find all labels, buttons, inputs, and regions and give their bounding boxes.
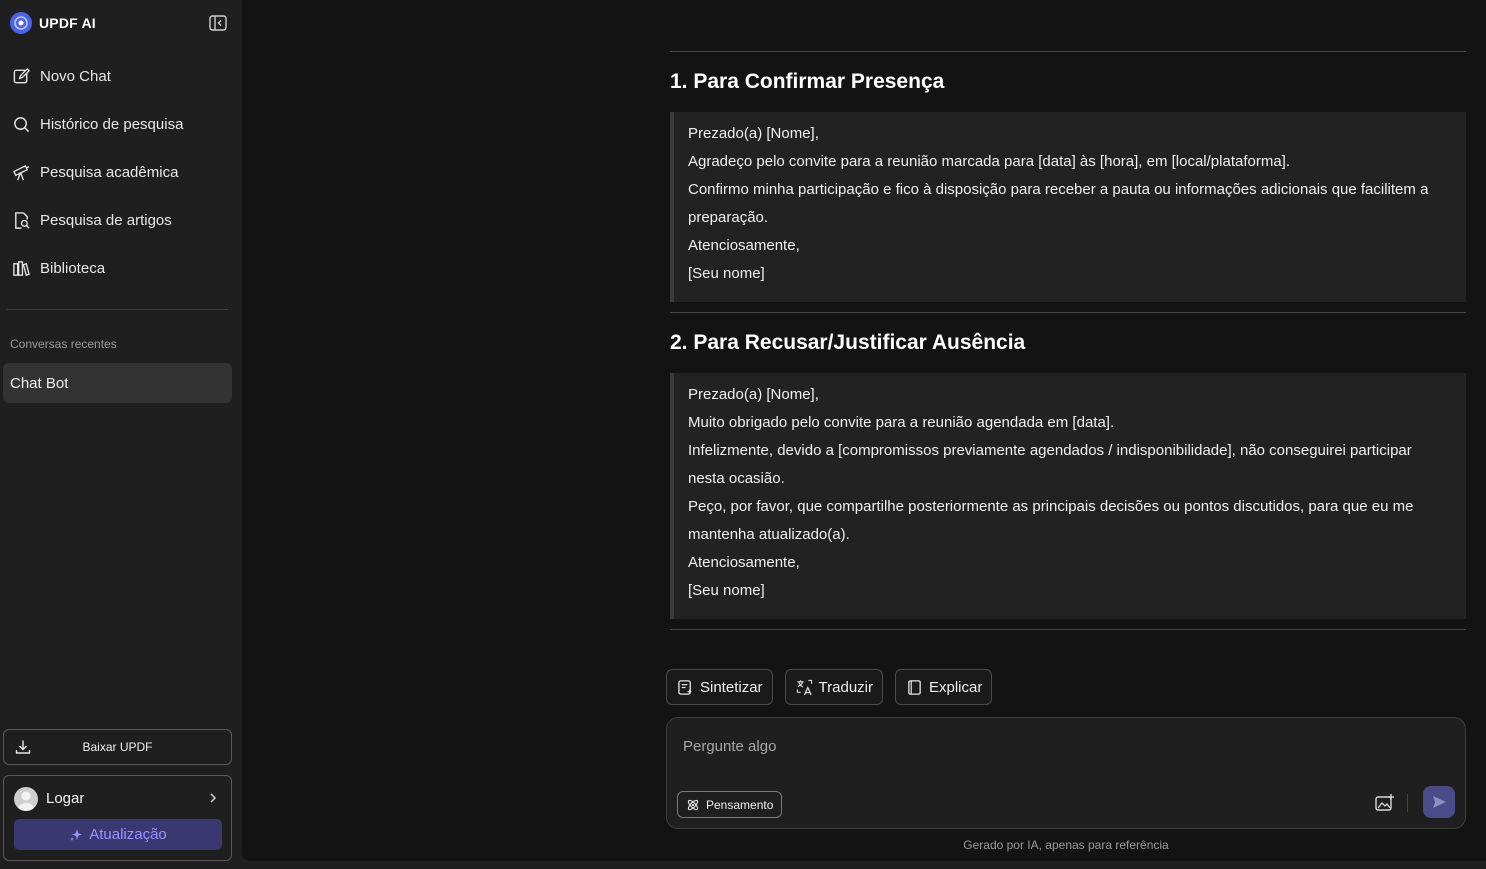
login-button[interactable]: Logar (14, 786, 222, 811)
quote-line: Confirmo minha participação e fico à dis… (688, 181, 1429, 198)
quote-block: Prezado(a) [Nome], Agradeço pelo convite… (670, 112, 1466, 302)
translate-label: Traduzir (818, 678, 873, 696)
login-label: Logar (46, 790, 85, 807)
edit-icon (13, 67, 31, 83)
quote-line: nesta ocasião. (688, 470, 785, 487)
divider (670, 629, 1466, 630)
book-icon (908, 679, 921, 695)
library-icon (13, 260, 30, 276)
section-title: 1. Para Confirmar Presença (670, 70, 945, 93)
quote-line: [Seu nome] (688, 265, 765, 282)
sidebar-item-label: Pesquisa de artigos (40, 211, 172, 229)
input-separator (1407, 794, 1408, 812)
chevron-right-icon (210, 793, 217, 803)
explain-button[interactable]: Explicar (895, 669, 993, 705)
quote-line: Agradeço pelo convite para a reunião mar… (688, 153, 1291, 170)
quote-line: Infelizmente, devido a [compromissos pre… (688, 442, 1412, 459)
ai-disclaimer: Gerado por IA, apenas para referência (963, 838, 1169, 852)
recent-conversations-title: Conversas recentes (10, 337, 117, 351)
summarize-button[interactable]: Sintetizar (666, 669, 773, 705)
image-upload-icon[interactable] (1373, 792, 1395, 814)
sidebar-item-pesquisa-academica[interactable]: Pesquisa acadêmica (0, 148, 240, 196)
download-icon (15, 740, 31, 754)
quote-line: mantenha atualizado(a). (688, 526, 850, 543)
search-icon (14, 116, 30, 132)
summarize-icon (678, 679, 693, 695)
sidebar: UPDF AI Novo Chat Histórico de pesquisa … (0, 0, 240, 869)
sidebar-item-biblioteca[interactable]: Biblioteca (0, 244, 240, 292)
sidebar-item-label: Biblioteca (40, 259, 106, 277)
sidebar-item-historico[interactable]: Histórico de pesquisa (0, 100, 240, 148)
summarize-label: Sintetizar (700, 678, 763, 696)
translate-button[interactable]: Traduzir (784, 669, 883, 705)
section-title: 2. Para Recusar/Justificar Ausência (670, 331, 1026, 354)
thinking-label: Pensamento (706, 797, 774, 812)
download-updf-label: Baixar UPDF (82, 740, 153, 754)
avatar (14, 786, 38, 811)
download-updf-button[interactable]: Baixar UPDF (3, 729, 232, 765)
sidebar-item-novo-chat[interactable]: Novo Chat (0, 52, 240, 100)
updf-logo-icon (10, 12, 32, 34)
quote-line: Atenciosamente, (688, 554, 800, 571)
quote-line: Peço, por favor, que compartilhe posteri… (688, 498, 1414, 515)
account-panel: Logar Atualização (3, 775, 232, 861)
quote-block: Prezado(a) [Nome], Muito obrigado pelo c… (670, 373, 1466, 619)
thinking-toggle[interactable]: Pensamento (677, 791, 783, 818)
brand-name: UPDF AI (39, 15, 96, 31)
main-panel: 1. Para Confirmar Presença Prezado(a) [N… (242, 0, 1486, 861)
quick-actions: Sintetizar Traduzir Explicar (666, 669, 993, 705)
quote-line: Prezado(a) [Nome], (688, 386, 819, 403)
upgrade-button[interactable]: Atualização (14, 819, 222, 850)
sidebar-nav: Novo Chat Histórico de pesquisa Pesquisa… (0, 52, 240, 292)
sidebar-item-label: Pesquisa acadêmica (40, 163, 179, 181)
quote-line: Muito obrigado pelo convite para a reuni… (688, 414, 1115, 431)
telescope-icon (13, 164, 30, 180)
sidebar-item-label: Novo Chat (40, 67, 111, 85)
collapse-sidebar-icon[interactable] (209, 15, 227, 31)
send-button[interactable] (1423, 786, 1455, 818)
sidebar-item-pesquisa-artigos[interactable]: Pesquisa de artigos (0, 196, 240, 244)
recent-conversation-item[interactable]: Chat Bot (3, 363, 232, 403)
divider (670, 312, 1466, 313)
brand[interactable]: UPDF AI (10, 12, 96, 34)
sidebar-divider (6, 309, 228, 310)
quote-line: [Seu nome] (688, 582, 765, 599)
upgrade-label: Atualização (89, 826, 167, 843)
quote-line: Atenciosamente, (688, 237, 800, 254)
quote-line: Prezado(a) [Nome], (688, 125, 819, 142)
send-icon (1433, 796, 1446, 808)
prompt-box: Pensamento (666, 717, 1466, 829)
translate-icon (796, 679, 812, 695)
quote-line: preparação. (688, 209, 769, 226)
divider (670, 51, 1466, 52)
sidebar-item-label: Histórico de pesquisa (40, 115, 184, 133)
atom-icon (687, 799, 699, 810)
document-search-icon (15, 211, 30, 229)
prompt-input[interactable] (683, 732, 1443, 760)
app-window: UPDF AI Novo Chat Histórico de pesquisa … (0, 0, 1486, 869)
explain-label: Explicar (929, 678, 983, 696)
sparkle-icon (70, 828, 83, 841)
